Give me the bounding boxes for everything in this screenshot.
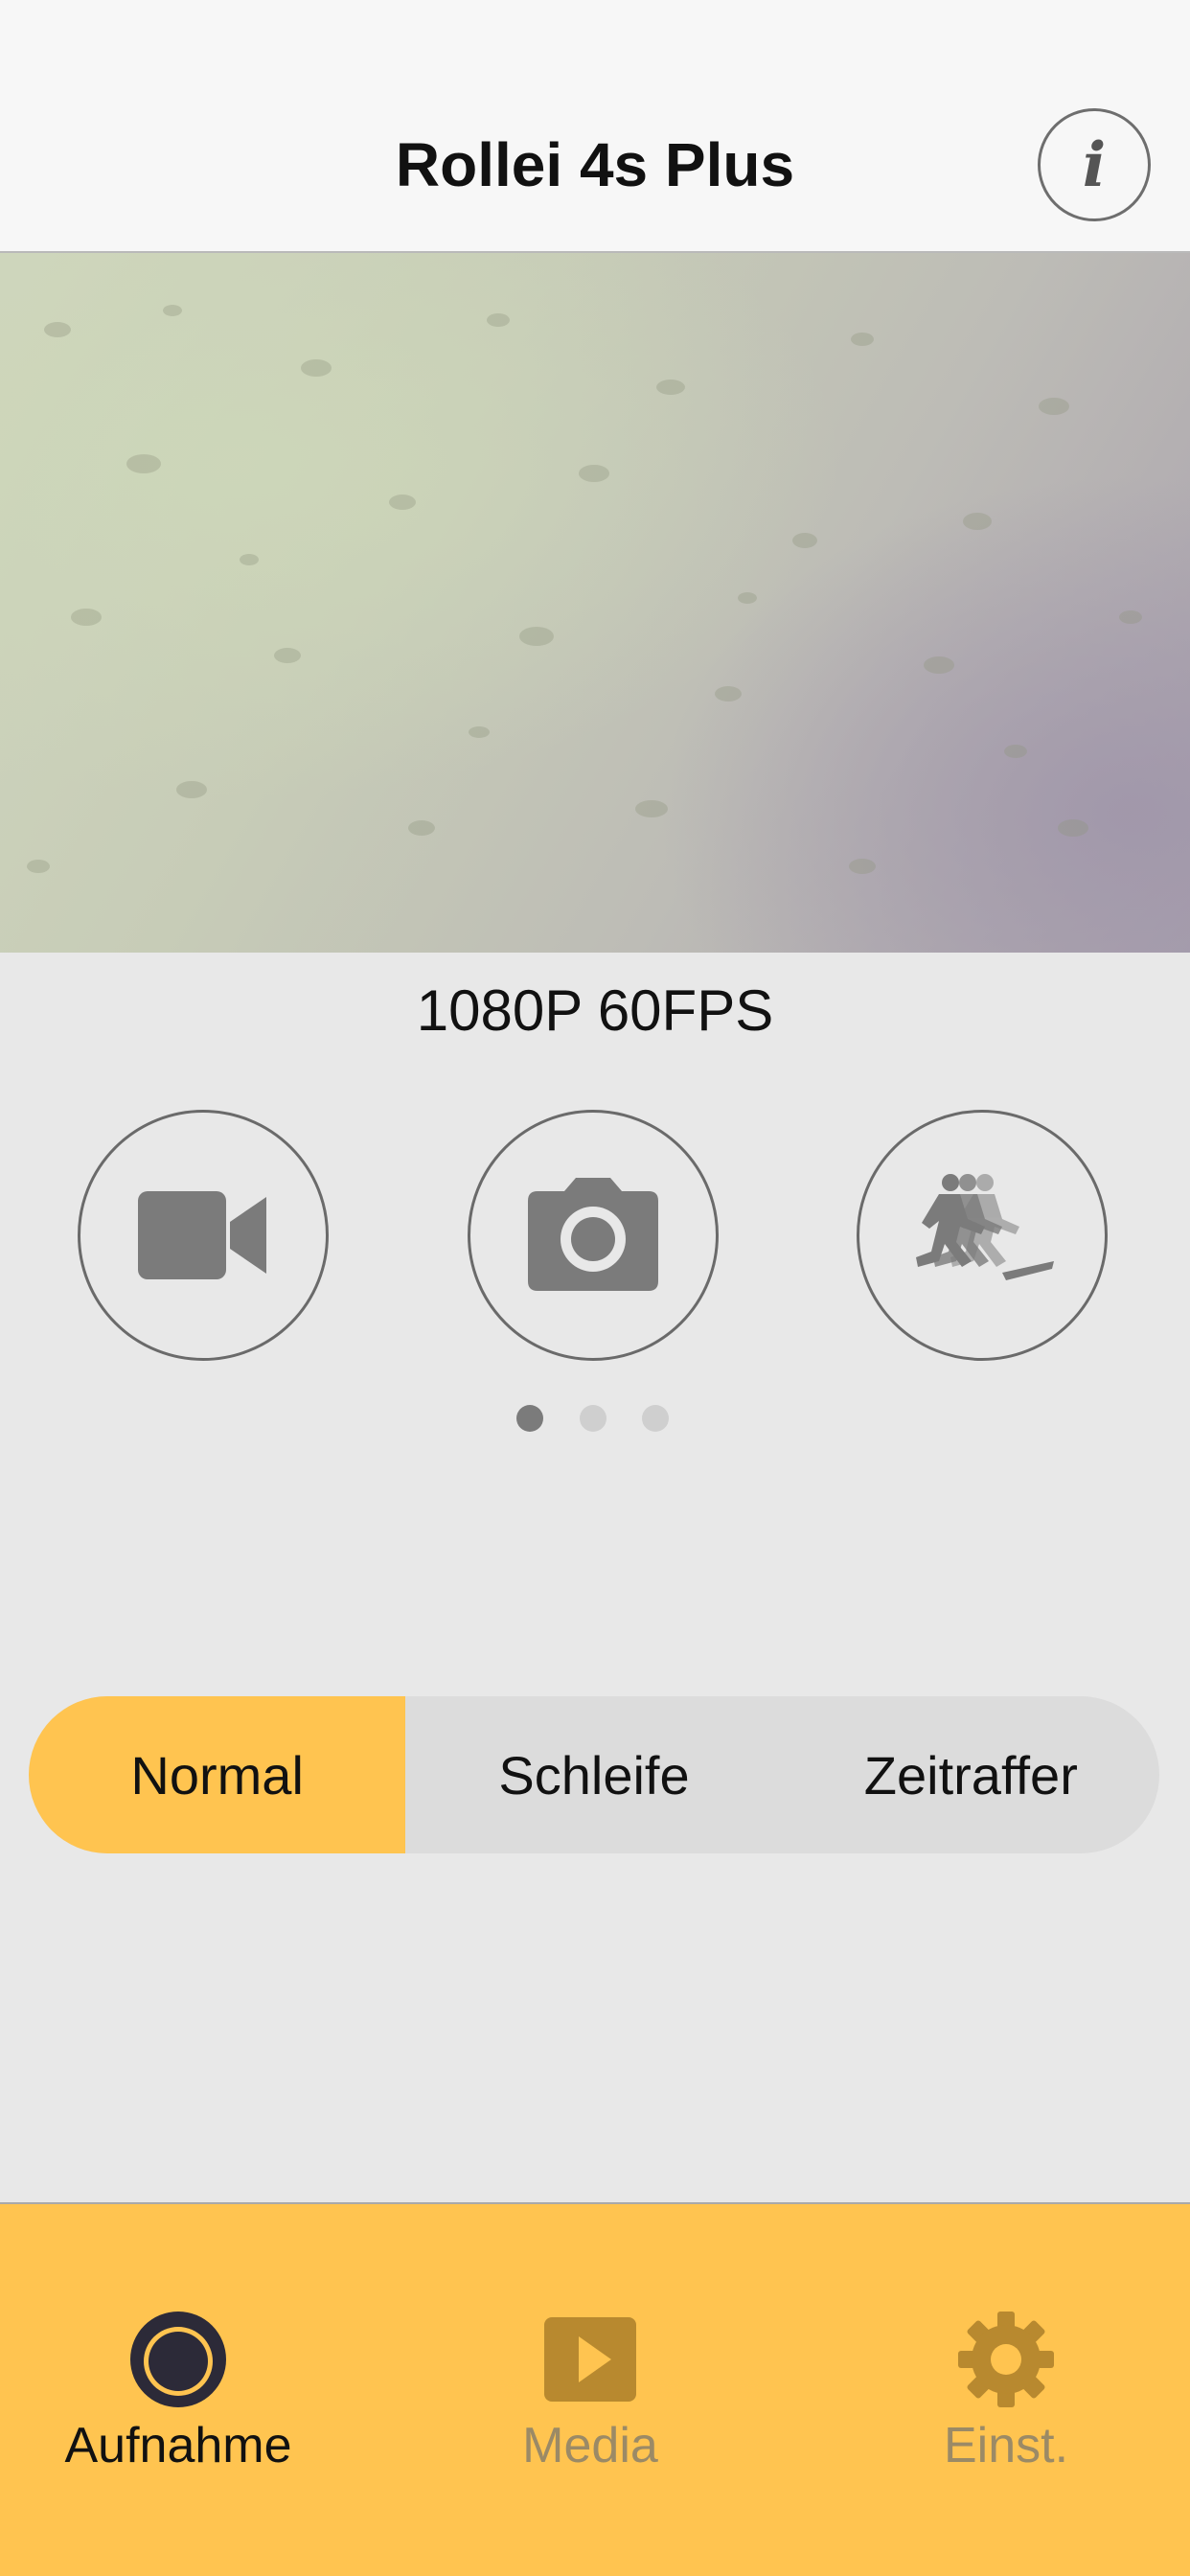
preview-texture: [27, 305, 1142, 874]
photo-camera-icon: [528, 1178, 658, 1291]
play-icon: [544, 2317, 636, 2402]
tab-media[interactable]: Media: [446, 2310, 734, 2501]
tab-label-aufnahme: Aufnahme: [64, 2418, 292, 2473]
tab-einstellungen[interactable]: Einst.: [862, 2310, 1150, 2501]
tab-bar: Aufnahme Media Einst.: [0, 2202, 1190, 2576]
video-camera-icon: [138, 1191, 266, 1279]
camera-preview[interactable]: [0, 253, 1190, 953]
video-mode-button[interactable]: [78, 1110, 329, 1361]
tab-aufnahme[interactable]: Aufnahme: [34, 2310, 322, 2501]
gear-icon: [958, 2312, 1054, 2407]
segment-schleife[interactable]: Schleife: [405, 1696, 782, 1853]
page-dot-3[interactable]: [642, 1405, 669, 1432]
record-icon: [130, 2312, 226, 2407]
photo-mode-button[interactable]: [468, 1110, 719, 1361]
burst-running-icon: [916, 1174, 1054, 1280]
segment-normal[interactable]: Normal: [29, 1696, 406, 1853]
page-dot-1[interactable]: [516, 1405, 543, 1432]
camera-screen: Rollei 4s Plus i 1080P 60FPS Normal Schl…: [0, 0, 1190, 2576]
page-dot-2[interactable]: [580, 1405, 606, 1432]
recording-mode-segmented-control: Normal Schleife Zeitraffer: [29, 1696, 1159, 1853]
page-title: Rollei 4s Plus: [395, 130, 795, 199]
tab-label-media: Media: [522, 2418, 658, 2473]
page-indicator: [0, 1405, 1190, 1434]
resolution-label: 1080P 60FPS: [416, 978, 774, 1043]
info-icon: i: [1082, 128, 1107, 201]
segment-zeitraffer[interactable]: Zeitraffer: [783, 1696, 1159, 1853]
navigation-bar: Rollei 4s Plus i: [0, 0, 1190, 253]
burst-mode-button[interactable]: [857, 1110, 1108, 1361]
info-button[interactable]: i: [1038, 108, 1151, 221]
tab-label-einstellungen: Einst.: [943, 2418, 1069, 2473]
